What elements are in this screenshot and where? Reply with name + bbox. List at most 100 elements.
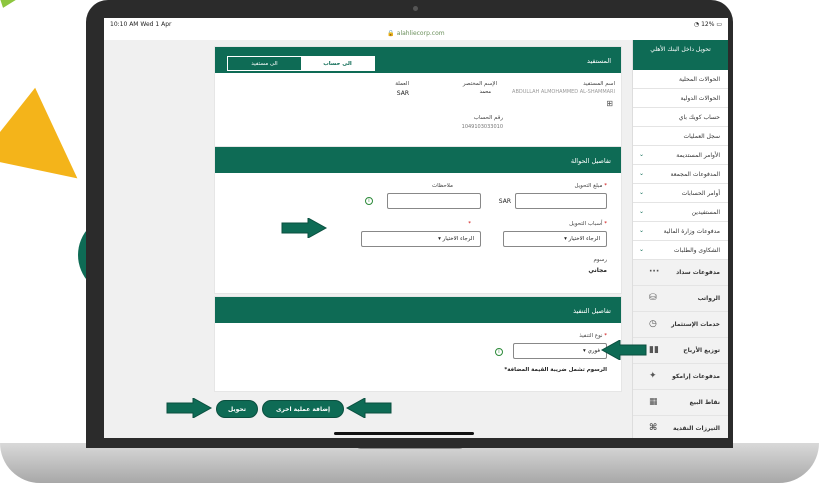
battery-indicator: ◔ 12% ▭ <box>693 21 722 28</box>
execution-details-card: تفاصيل التنفيذ نوع التنفيذ * ▾ فوري i *ا… <box>214 296 622 392</box>
home-indicator <box>334 432 474 435</box>
tab-to-beneficiary[interactable]: الى مستفيد <box>228 57 301 70</box>
required-mark: * <box>604 221 607 227</box>
sidebar-item-label: أوامر الحسابات <box>681 190 720 197</box>
sidebar-section-label: مدفوعات إرامكو <box>672 373 720 380</box>
sidebar-section[interactable]: نقاط البيع ▦ <box>633 390 728 416</box>
sidebar-section-label: نقاط البيع <box>689 399 720 406</box>
tab-to-account[interactable]: الى حساب <box>301 57 374 70</box>
required-mark: * <box>604 333 607 339</box>
execution-info-icon[interactable]: i <box>495 348 503 356</box>
sidebar-section-label: مدفوعات سداد <box>676 269 720 276</box>
star-icon: ✦ <box>649 371 657 381</box>
execution-type-label: نوع التنفيذ * <box>579 333 607 339</box>
reason-select-value: الرجاء الاختيار <box>568 236 600 242</box>
arrow-to-transfer-button <box>166 398 213 418</box>
sidebar: تحويل داخل البنك الأهلي الحوالات المحلية… <box>632 40 728 438</box>
amount-label: مبلغ التحويل * <box>574 183 607 189</box>
beneficiary-title: المستفيد <box>587 57 611 65</box>
transfer-details-header: تفاصيل الحوالة <box>215 147 621 173</box>
chevron-down-icon: ⌄ <box>639 189 645 196</box>
sidebar-section-label: التيرزات النقدية <box>672 425 720 432</box>
short-name-label: الإسم المختصر <box>462 81 497 87</box>
vat-note: *الرسوم تشمل ضريبة القيمة المضافة <box>504 367 607 373</box>
sub-reason-select[interactable]: ▾ الرجاء الاختيار <box>361 231 481 247</box>
sidebar-item-label: سجل العمليات <box>683 133 720 140</box>
sidebar-header[interactable]: تحويل داخل البنك الأهلي <box>633 40 728 70</box>
decorative-yellow-triangle <box>0 87 78 213</box>
amount-currency: SAR <box>498 198 511 205</box>
chevron-down-icon: ⌄ <box>639 227 645 234</box>
sidebar-item-label: مدفوعات وزارة المالية <box>663 228 720 235</box>
sidebar-item-label: حساب كويك باي <box>678 114 720 121</box>
reason-label-text: أسباب التحويل <box>569 221 603 227</box>
url-bar[interactable]: 🔒 alahliecorp.com <box>104 30 728 37</box>
sidebar-item-label: الحوالات الدولية <box>680 95 720 102</box>
sidebar-section[interactable]: الرواتب ⛁ <box>633 286 728 312</box>
ellipsis-icon: ··· <box>649 267 660 277</box>
sidebar-item-label: الأوامر المستديمة <box>676 152 720 159</box>
sidebar-item-label: الحوالات المحلية <box>679 76 720 83</box>
transfer-button[interactable]: تحويل <box>216 400 258 418</box>
sub-reason-required: * <box>468 221 471 227</box>
sidebar-item[interactable]: الشكاوى والطلبات ⌄ <box>633 241 728 260</box>
amount-input[interactable] <box>515 193 607 209</box>
sidebar-section-label: توزيع الأرباح <box>683 347 720 354</box>
sidebar-section[interactable]: التيرزات النقدية ⌘ <box>633 416 728 438</box>
chevron-down-icon: ⌄ <box>639 170 645 177</box>
amount-label-text: مبلغ التحويل <box>574 183 603 189</box>
execution-details-header: تفاصيل التنفيذ <box>215 297 621 323</box>
arrow-to-reason-select <box>281 218 328 238</box>
cash-icon: ⌘ <box>649 423 658 433</box>
sidebar-section[interactable]: مدفوعات سداد ··· <box>633 260 728 286</box>
execution-type-select[interactable]: ▾ فوري <box>513 343 607 359</box>
sidebar-item[interactable]: حساب كويك باي <box>633 108 728 127</box>
sidebar-items: الحوالات المحلية الحوالات الدولية حساب كوي… <box>633 70 728 260</box>
sidebar-item[interactable]: أوامر الحسابات ⌄ <box>633 184 728 203</box>
account-number-label: رقم الحساب <box>473 115 503 121</box>
laptop-base <box>0 443 819 483</box>
payroll-icon: ⛁ <box>649 293 657 303</box>
reason-label: أسباب التحويل * <box>569 221 607 227</box>
fees-label: رسوم <box>593 257 607 263</box>
add-another-button[interactable]: إضافة عملية اخرى <box>262 400 344 418</box>
beneficiary-name-value: ABDULLAH ALMOHAMMED AL-SHAMMARI <box>512 89 615 95</box>
notes-label: ملاحظات <box>432 183 453 189</box>
sidebar-item[interactable]: الحوالات الدولية <box>633 89 728 108</box>
url-text: alahliecorp.com <box>396 30 445 37</box>
account-number-value: 1049103033010 <box>461 124 503 130</box>
sidebar-item[interactable]: الحوالات المحلية <box>633 70 728 89</box>
short-name-value: محمد <box>479 89 491 95</box>
sub-reason-select-value: الرجاء الاختيار <box>442 236 474 242</box>
chart-icon: ▮▮ <box>649 345 659 355</box>
camera-dot <box>413 6 418 11</box>
stage: 10:10 AM Wed 1 Apr ◔ 12% ▭ 🔒 alahliecorp… <box>0 0 819 483</box>
arrow-to-add-another-button <box>345 398 392 418</box>
beneficiary-details-icon[interactable]: ⊞ <box>606 99 613 108</box>
beneficiary-card-header: المستفيد الى مستفيد الى حساب <box>215 47 621 73</box>
chevron-down-icon: ⌄ <box>639 246 645 253</box>
sidebar-item[interactable]: مدفوعات وزارة المالية ⌄ <box>633 222 728 241</box>
sidebar-section[interactable]: خدمات الإستثمار ◷ <box>633 312 728 338</box>
investment-icon: ◷ <box>649 319 657 329</box>
sidebar-section[interactable]: مدفوعات إرامكو ✦ <box>633 364 728 390</box>
screen: 10:10 AM Wed 1 Apr ◔ 12% ▭ 🔒 alahliecorp… <box>104 18 728 438</box>
required-mark: * <box>604 183 607 189</box>
arrow-to-execution-type <box>600 340 647 360</box>
chevron-down-icon: ⌄ <box>639 208 645 215</box>
currency-label: العملة <box>395 81 409 87</box>
reason-select[interactable]: ▾ الرجاء الاختيار <box>503 231 607 247</box>
sidebar-item[interactable]: سجل العمليات <box>633 127 728 146</box>
sidebar-section-label: خدمات الإستثمار <box>671 321 720 328</box>
transfer-target-tabs: الى مستفيد الى حساب <box>227 56 375 71</box>
sidebar-item-label: المستفيدين <box>691 209 720 216</box>
sidebar-section-label: الرواتب <box>697 295 720 302</box>
notes-info-icon[interactable]: i <box>365 197 373 205</box>
sidebar-item[interactable]: المدفوعات المجمعة ⌄ <box>633 165 728 184</box>
beneficiary-name-label: اسم المستفيد <box>583 81 615 87</box>
notes-input[interactable] <box>387 193 481 209</box>
sidebar-item[interactable]: المستفيدين ⌄ <box>633 203 728 222</box>
chevron-down-icon: ⌄ <box>639 151 645 158</box>
sidebar-item[interactable]: الأوامر المستديمة ⌄ <box>633 146 728 165</box>
execution-type-value: فوري <box>587 348 600 354</box>
